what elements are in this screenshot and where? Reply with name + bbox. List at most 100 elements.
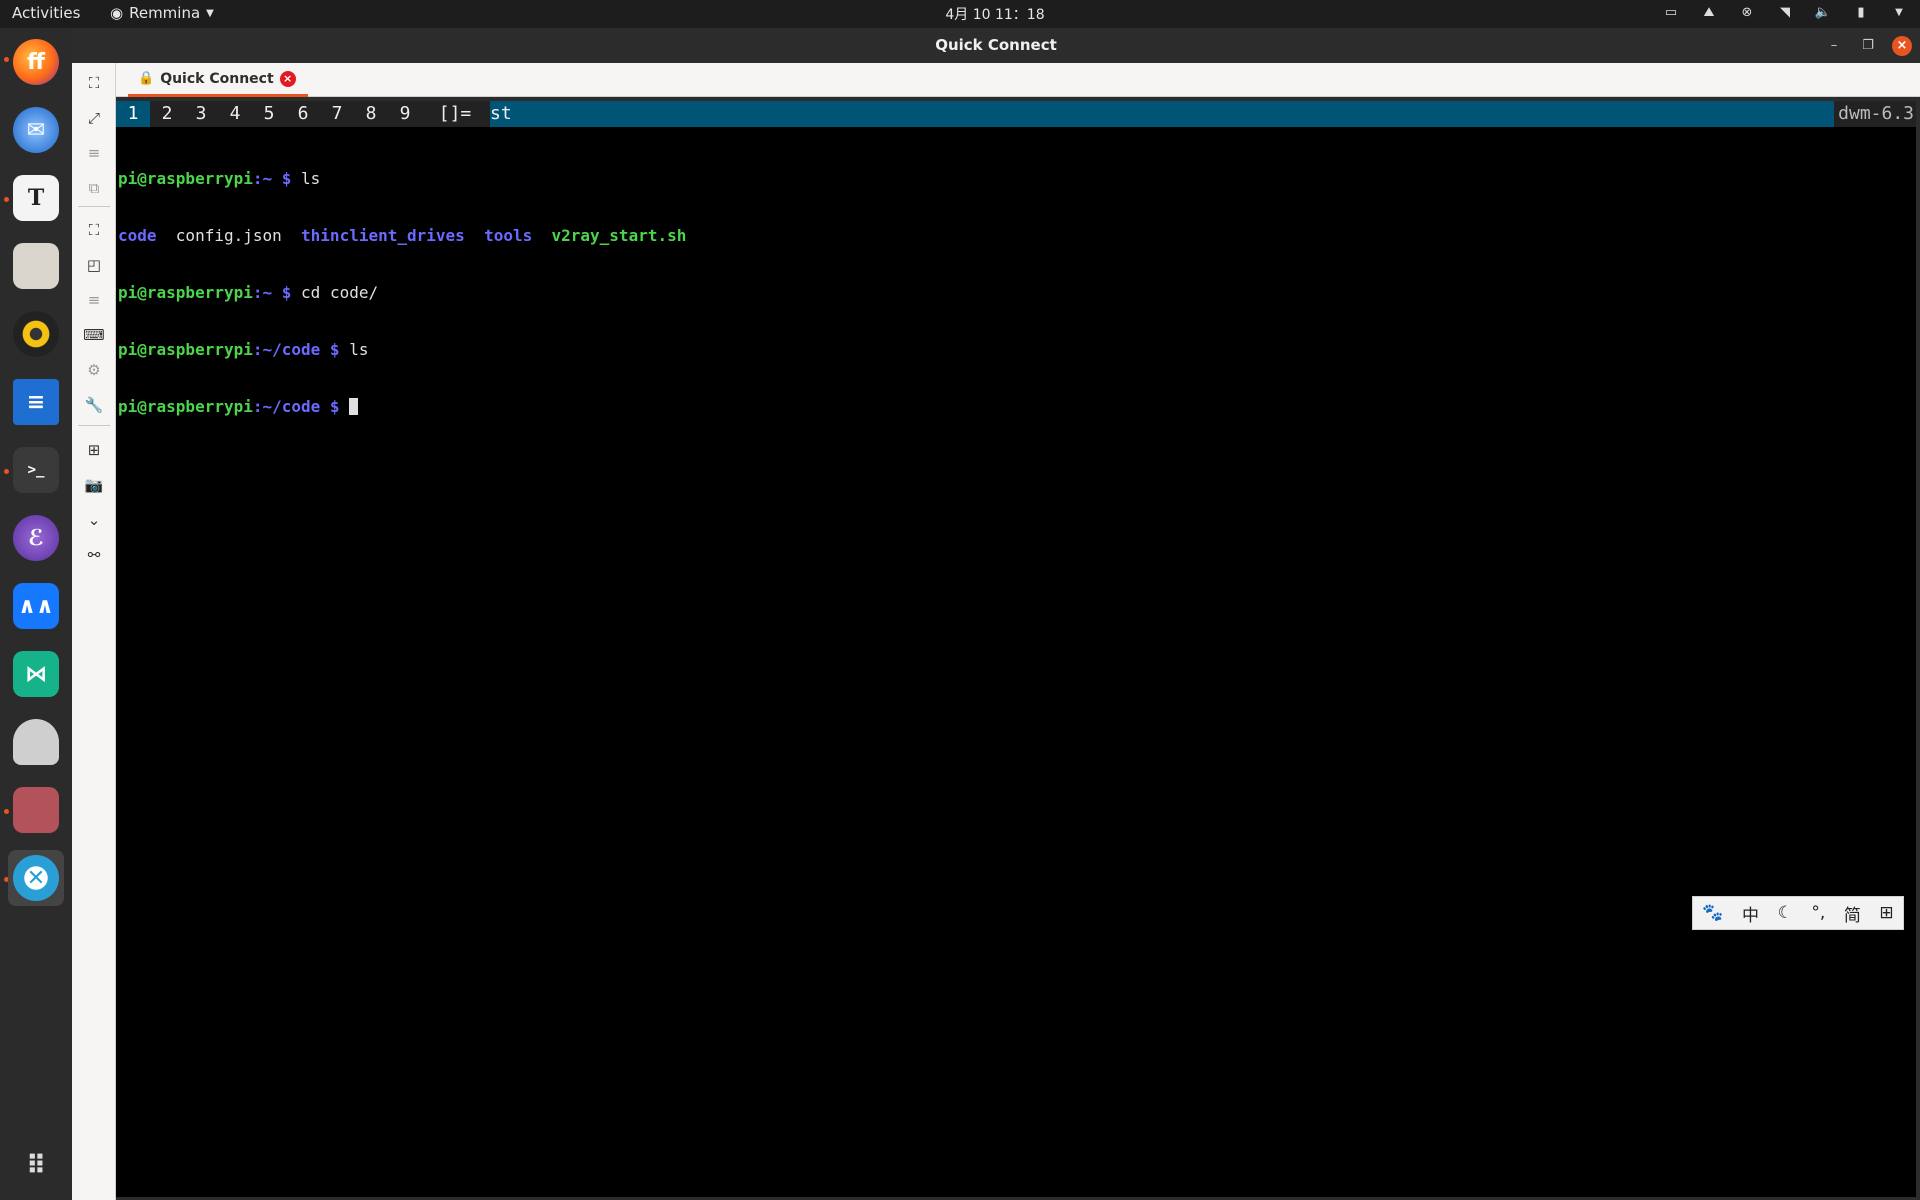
terminal-output[interactable]: pi@raspberrypi:~ $ ls code config.json t… <box>118 131 686 454</box>
prompt-path: ~ <box>262 169 273 188</box>
minimize-button[interactable]: – <box>1824 36 1844 56</box>
wifi-icon[interactable]: ◥ <box>1776 3 1794 21</box>
tab-close-button[interactable]: × <box>279 70 296 87</box>
remmina-icon: ✕ <box>13 855 59 901</box>
chevron-down-icon[interactable]: ▼ <box>1890 3 1908 21</box>
restore-button[interactable]: ❐ <box>1858 36 1878 56</box>
rhythmbox-icon <box>13 311 59 357</box>
menu-icon[interactable]: ≡ <box>82 141 106 165</box>
dwm-status: dwm-6.3 <box>1834 101 1916 127</box>
dwm-tag-3[interactable]: 3 <box>184 101 218 127</box>
terminal-icon: >_ <box>13 447 59 493</box>
ls-entry: tools <box>484 226 533 245</box>
dwm-layout-symbol[interactable]: []= <box>432 101 478 127</box>
files-launcher[interactable] <box>8 238 64 294</box>
remmina-toolbar: ⛶ ⤢ ≡ ⧉ ⛶ ◰ ≡ ⌨ ⚙ 🔧 ⊞ 📷 ⌄ ⚯ <box>72 63 116 1200</box>
prompt-user: pi@raspberrypi <box>118 169 253 188</box>
firefox-icon: ff <box>13 39 59 85</box>
lock-icon: 🔒 <box>138 71 155 86</box>
command-text: ls <box>301 169 321 188</box>
clock[interactable]: 4月 10 11：18 <box>0 4 1920 24</box>
libreoffice-writer-icon: ≡ <box>13 379 59 425</box>
battery-icon[interactable]: ▮ <box>1852 3 1870 21</box>
remmina-launcher[interactable]: ✕ <box>8 850 64 906</box>
disk-usage-launcher[interactable] <box>8 714 64 770</box>
terminal-line: pi@raspberrypi:~ $ cd code/ <box>118 283 379 302</box>
multi-monitor-icon[interactable]: ⧉ <box>82 176 106 200</box>
terminal-launcher[interactable]: >_ <box>8 442 64 498</box>
lanxin-launcher[interactable]: ∧∧ <box>8 578 64 634</box>
emacs-launcher[interactable]: ℰ <box>8 510 64 566</box>
emacs-icon: ℰ <box>13 515 59 561</box>
quality-menu-icon[interactable]: ≡ <box>82 288 106 312</box>
terminal-line: pi@raspberrypi:~ $ ls <box>118 169 321 188</box>
firefox-launcher[interactable]: ff <box>8 34 64 90</box>
folder-red-launcher[interactable] <box>8 782 64 838</box>
terminal-cursor <box>349 398 359 415</box>
window-title: Quick Connect <box>72 28 1920 63</box>
paddle-icon[interactable]: ⛰ <box>1700 3 1718 21</box>
scale-icon[interactable]: ⛶ <box>82 218 106 242</box>
dwm-tag-4[interactable]: 4 <box>218 101 252 127</box>
dwm-tag-8[interactable]: 8 <box>354 101 388 127</box>
dwm-tag-2[interactable]: 2 <box>150 101 184 127</box>
folder-icon <box>13 243 59 289</box>
mindmaster-icon: ⋈ <box>13 651 59 697</box>
terminal-line: pi@raspberrypi:~/code $ ls <box>118 340 369 359</box>
dwm-tag-6[interactable]: 6 <box>286 101 320 127</box>
ls-entry: code <box>118 226 157 245</box>
writer-launcher[interactable]: ≡ <box>8 374 64 430</box>
dwm-window-title: st <box>490 103 512 124</box>
thunderbird-launcher[interactable]: ✉ <box>8 102 64 158</box>
dynamic-resize-icon[interactable]: ◰ <box>82 253 106 277</box>
dwm-bar: 1 2 3 4 5 6 7 8 9 []= st dwm-6.3 <box>116 101 1916 127</box>
keyboard-icon[interactable]: ▭ <box>1662 3 1680 21</box>
dwm-tag-1[interactable]: 1 <box>116 101 150 127</box>
ime-language-toggle[interactable]: 中 <box>1742 901 1759 926</box>
proxy-icon[interactable]: ⊗ <box>1738 3 1756 21</box>
duplicate-icon[interactable]: ⊞ <box>82 438 106 462</box>
preferences-icon[interactable]: ⚙ <box>82 358 106 382</box>
baidu-ime-icon[interactable]: 🐾 <box>1702 903 1723 923</box>
ls-entry: v2ray_start.sh <box>551 226 687 245</box>
lanxin-icon: ∧∧ <box>13 583 59 629</box>
remote-desktop-view[interactable]: 1 2 3 4 5 6 7 8 9 []= st dwm-6.3 pi@rasp… <box>116 101 1916 1197</box>
typora-launcher[interactable]: T <box>8 170 64 226</box>
minimize-toolbar-icon[interactable]: ⌄ <box>82 508 106 532</box>
dock: ff ✉ T ≡ >_ ℰ ∧∧ ⋈ ✕ ⠿ <box>0 28 72 1200</box>
ls-entry: config.json <box>175 226 282 245</box>
ime-toolbar[interactable]: 🐾 中 ☾ °, 简 ⊞ <box>1692 896 1904 930</box>
prompt-path: ~ <box>262 283 273 302</box>
fullscreen-icon[interactable]: ⤢ <box>82 106 106 130</box>
dwm-tag-7[interactable]: 7 <box>320 101 354 127</box>
moon-icon[interactable]: ☾ <box>1778 903 1793 923</box>
keyboard-grab-icon[interactable]: ⌨ <box>82 323 106 347</box>
fit-window-icon[interactable]: ⛶ <box>82 71 106 95</box>
app-grid-icon: ⠿ <box>25 1151 47 1181</box>
prompt-path: ~/code <box>262 340 321 359</box>
screenshot-icon[interactable]: 📷 <box>82 473 106 497</box>
top-bar: Activities ◉ Remmina ▼ 4月 10 11：18 ▭ ⛰ ⊗… <box>0 0 1920 28</box>
prompt-path: ~/code <box>262 397 321 416</box>
toolbar-divider <box>78 206 110 207</box>
ime-charset-toggle[interactable]: 简 <box>1844 901 1861 926</box>
tab-bar: 🔒 Quick Connect × <box>116 63 1920 97</box>
dwm-tag-5[interactable]: 5 <box>252 101 286 127</box>
close-window-button[interactable]: × <box>1892 36 1912 56</box>
mindmaster-launcher[interactable]: ⋈ <box>8 646 64 702</box>
grid-icon[interactable]: ⊞ <box>1879 903 1893 923</box>
tools-icon[interactable]: 🔧 <box>82 393 106 417</box>
dwm-tag-9[interactable]: 9 <box>388 101 422 127</box>
prompt-user: pi@raspberrypi <box>118 283 253 302</box>
typora-icon: T <box>13 175 59 221</box>
volume-icon[interactable]: 🔈 <box>1814 3 1832 21</box>
system-tray[interactable]: ▭ ⛰ ⊗ ◥ 🔈 ▮ ▼ <box>1662 3 1908 21</box>
terminal-line: pi@raspberrypi:~/code $ <box>118 397 686 416</box>
show-applications-button[interactable]: ⠿ <box>8 1138 64 1194</box>
prompt-user: pi@raspberrypi <box>118 340 253 359</box>
ime-punctuation-toggle[interactable]: °, <box>1811 903 1825 923</box>
tab-quick-connect[interactable]: 🔒 Quick Connect × <box>128 63 308 97</box>
disconnect-icon[interactable]: ⚯ <box>82 543 106 567</box>
disk-usage-icon <box>13 719 59 765</box>
rhythmbox-launcher[interactable] <box>8 306 64 362</box>
